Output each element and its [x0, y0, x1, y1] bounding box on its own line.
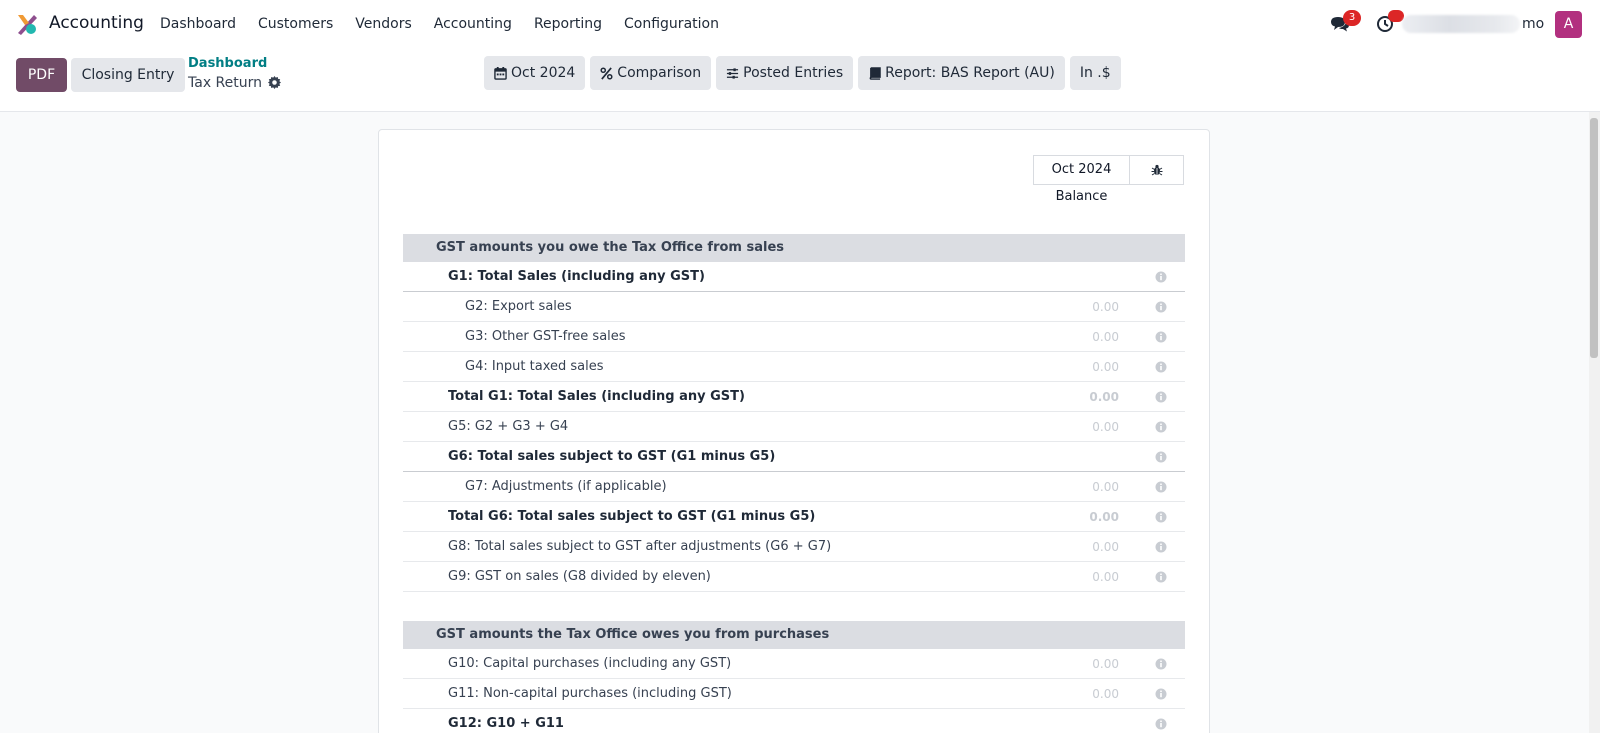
- report-line-g9[interactable]: G9: GST on sales (G8 divided by eleven) …: [403, 562, 1185, 592]
- line-label: G7: Adjustments (if applicable): [465, 479, 667, 494]
- posted-entries-filter-label: Posted Entries: [743, 65, 844, 81]
- info-circle-icon[interactable]: [1155, 331, 1167, 343]
- info-circle-icon[interactable]: [1155, 361, 1167, 373]
- menu-configuration[interactable]: Configuration: [624, 16, 719, 32]
- comparison-filter-button[interactable]: Comparison: [590, 56, 712, 90]
- line-value: 0.00: [1092, 300, 1119, 314]
- line-label: G3: Other GST-free sales: [465, 329, 626, 344]
- line-label: G1: Total Sales (including any GST): [448, 269, 705, 284]
- menu-vendors[interactable]: Vendors: [355, 16, 411, 32]
- gear-icon[interactable]: [268, 76, 281, 89]
- main-menu: Dashboard Customers Vendors Accounting R…: [160, 0, 741, 48]
- currency-filter-button[interactable]: In .$: [1069, 56, 1121, 90]
- report-line-g12[interactable]: G12: G10 + G11: [403, 709, 1185, 733]
- info-circle-icon[interactable]: [1155, 511, 1167, 523]
- report-line-g3[interactable]: G3: Other GST-free sales 0.00: [403, 322, 1185, 352]
- company-switcher[interactable]: mo: [1396, 12, 1546, 36]
- closing-entry-button[interactable]: Closing Entry: [71, 58, 185, 92]
- info-circle-icon[interactable]: [1155, 688, 1167, 700]
- info-circle-icon[interactable]: [1155, 271, 1167, 283]
- line-label: G4: Input taxed sales: [465, 359, 604, 374]
- line-value: 0.00: [1092, 360, 1119, 374]
- info-circle-icon[interactable]: [1155, 391, 1167, 403]
- bug-icon: [1151, 164, 1162, 176]
- control-panel: PDF Closing Entry Dashboard Tax Return O…: [0, 48, 1600, 112]
- line-value: 0.00: [1089, 510, 1119, 524]
- report-line-g10[interactable]: G10: Capital purchases (including any GS…: [403, 649, 1185, 679]
- page-scrollbar-thumb[interactable]: [1590, 118, 1598, 358]
- report-line-g4[interactable]: G4: Input taxed sales 0.00: [403, 352, 1185, 382]
- info-circle-icon[interactable]: [1155, 481, 1167, 493]
- line-value: 0.00: [1089, 390, 1119, 404]
- line-value: 0.00: [1092, 657, 1119, 671]
- menu-customers[interactable]: Customers: [258, 16, 333, 32]
- debug-column-button[interactable]: [1130, 155, 1184, 185]
- menu-reporting[interactable]: Reporting: [534, 16, 602, 32]
- report-column-header: Oct 2024: [1033, 155, 1220, 185]
- report-line-g1[interactable]: G1: Total Sales (including any GST): [403, 262, 1185, 292]
- posted-entries-filter-button[interactable]: Posted Entries: [716, 56, 854, 90]
- page-title: Tax Return: [188, 75, 263, 91]
- line-value: 0.00: [1092, 687, 1119, 701]
- accounting-app-icon[interactable]: [16, 13, 38, 35]
- line-value: 0.00: [1092, 570, 1119, 584]
- info-circle-icon[interactable]: [1155, 541, 1167, 553]
- report-variant-label: Report: BAS Report (AU): [885, 65, 1055, 81]
- section-header[interactable]: GST amounts you owe the Tax Office from …: [403, 234, 1185, 262]
- breadcrumb-dashboard[interactable]: Dashboard: [188, 56, 267, 71]
- menu-dashboard[interactable]: Dashboard: [160, 16, 236, 32]
- report-line-g11[interactable]: G11: Non-capital purchases (including GS…: [403, 679, 1185, 709]
- report-line-g7[interactable]: G7: Adjustments (if applicable) 0.00: [403, 472, 1185, 502]
- report-line-g6[interactable]: G6: Total sales subject to GST (G1 minus…: [403, 442, 1185, 472]
- info-circle-icon[interactable]: [1155, 571, 1167, 583]
- percent-icon: [600, 66, 613, 80]
- info-circle-icon[interactable]: [1155, 421, 1167, 433]
- column-subtitle: Balance: [1055, 189, 1108, 204]
- comparison-filter-label: Comparison: [617, 65, 702, 81]
- line-value: 0.00: [1092, 330, 1119, 344]
- section-header[interactable]: GST amounts the Tax Office owes you from…: [403, 621, 1185, 649]
- report-variant-button[interactable]: Report: BAS Report (AU): [858, 56, 1065, 90]
- line-label: G5: G2 + G3 + G4: [448, 419, 569, 434]
- report-line-total-g1[interactable]: Total G1: Total Sales (including any GST…: [403, 382, 1185, 412]
- line-label: G8: Total sales subject to GST after adj…: [448, 539, 832, 554]
- report-line-total-g6[interactable]: Total G6: Total sales subject to GST (G1…: [403, 502, 1185, 532]
- blurred-company-name: [1402, 15, 1520, 33]
- menu-accounting[interactable]: Accounting: [434, 16, 512, 32]
- line-value: 0.00: [1092, 420, 1119, 434]
- info-circle-icon[interactable]: [1155, 451, 1167, 463]
- top-navbar: Accounting Dashboard Customers Vendors A…: [0, 0, 1600, 48]
- line-label: G9: GST on sales (G8 divided by eleven): [448, 569, 711, 584]
- date-filter-button[interactable]: Oct 2024: [484, 56, 586, 90]
- info-circle-icon[interactable]: [1155, 658, 1167, 670]
- line-label: G6: Total sales subject to GST (G1 minus…: [448, 449, 776, 464]
- info-circle-icon[interactable]: [1155, 301, 1167, 313]
- pdf-button[interactable]: PDF: [16, 58, 67, 92]
- company-name-suffix: mo: [1522, 16, 1545, 32]
- line-label: Total G1: Total Sales (including any GST…: [448, 389, 745, 404]
- sliders-icon: [727, 67, 739, 79]
- user-avatar[interactable]: A: [1555, 11, 1582, 38]
- column-period[interactable]: Oct 2024: [1033, 155, 1130, 185]
- report-line-g8[interactable]: G8: Total sales subject to GST after adj…: [403, 532, 1185, 562]
- report-line-g2[interactable]: G2: Export sales 0.00: [403, 292, 1185, 322]
- date-filter-label: Oct 2024: [511, 65, 576, 81]
- line-label: G12: G10 + G11: [448, 716, 564, 731]
- report-line-g5[interactable]: G5: G2 + G3 + G4 0.00: [403, 412, 1185, 442]
- line-label: Total G6: Total sales subject to GST (G1…: [448, 509, 816, 524]
- line-label: G2: Export sales: [465, 299, 572, 314]
- currency-filter-label: In .$: [1079, 65, 1111, 81]
- info-circle-icon[interactable]: [1155, 718, 1167, 730]
- app-name[interactable]: Accounting: [49, 13, 144, 33]
- calendar-icon: [494, 66, 507, 80]
- line-label: G10: Capital purchases (including any GS…: [448, 656, 732, 671]
- book-icon: [869, 66, 881, 80]
- line-label: G11: Non-capital purchases (including GS…: [448, 686, 732, 701]
- message-count-badge: 3: [1343, 10, 1361, 26]
- line-value: 0.00: [1092, 540, 1119, 554]
- report-filters: Oct 2024 Comparison Posted Entries Repor…: [484, 56, 1126, 90]
- line-value: 0.00: [1092, 480, 1119, 494]
